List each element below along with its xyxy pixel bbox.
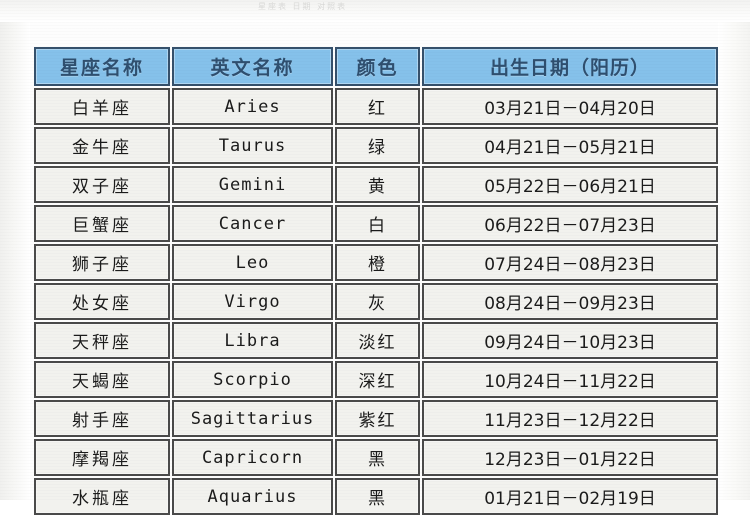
cell-birthday: 01月21日－02月19日 [422, 478, 718, 515]
cell-color: 深红 [335, 361, 420, 398]
table-row: 天秤座 Libra 淡红 09月24日－10月23日 [34, 322, 718, 359]
cell-birthday: 10月24日－11月22日 [422, 361, 718, 398]
cell-en-name: Cancer [172, 205, 333, 242]
cell-cn-name: 摩羯座 [34, 439, 170, 476]
cell-birthday: 04月21日－05月21日 [422, 127, 718, 164]
cell-birthday: 08月24日－09月23日 [422, 283, 718, 320]
cell-en-name: Libra [172, 322, 333, 359]
cell-cn-name: 处女座 [34, 283, 170, 320]
cell-color: 黑 [335, 439, 420, 476]
table-row: 摩羯座 Capricorn 黑 12月23日－01月22日 [34, 439, 718, 476]
table-header: 星座名称 英文名称 颜色 出生日期（阳历） [34, 47, 718, 86]
cell-en-name: Leo [172, 244, 333, 281]
cell-birthday: 12月23日－01月22日 [422, 439, 718, 476]
cell-en-name: Gemini [172, 166, 333, 203]
table-row: 处女座 Virgo 灰 08月24日－09月23日 [34, 283, 718, 320]
page-edge-shading-left [0, 0, 30, 500]
column-header-birthday: 出生日期（阳历） [422, 47, 718, 86]
cell-en-name: Sagittarius [172, 400, 333, 437]
header-row: 星座名称 英文名称 颜色 出生日期（阳历） [34, 47, 718, 86]
document-page: 星座表 日期 对照表 星座名称 英文名称 颜色 出生日期（阳历） 白羊座 Arie… [0, 0, 750, 515]
cell-color: 紫红 [335, 400, 420, 437]
zodiac-sign-table: 星座名称 英文名称 颜色 出生日期（阳历） 白羊座 Aries 红 03月21日－04… [32, 45, 720, 517]
cell-cn-name: 水瓶座 [34, 478, 170, 515]
scan-top-artifact: 星座表 日期 对照表 [0, 0, 750, 22]
table-row: 白羊座 Aries 红 03月21日－04月20日 [34, 88, 718, 125]
cell-cn-name: 巨蟹座 [34, 205, 170, 242]
cell-cn-name: 射手座 [34, 400, 170, 437]
table-row: 金牛座 Taurus 绿 04月21日－05月21日 [34, 127, 718, 164]
cell-cn-name: 天秤座 [34, 322, 170, 359]
column-header-color: 颜色 [335, 47, 420, 86]
table-row: 狮子座 Leo 橙 07月24日－08月23日 [34, 244, 718, 281]
cell-cn-name: 金牛座 [34, 127, 170, 164]
cell-cn-name: 天蝎座 [34, 361, 170, 398]
cell-birthday: 09月24日－10月23日 [422, 322, 718, 359]
cell-color: 白 [335, 205, 420, 242]
column-header-en-name: 英文名称 [172, 47, 333, 86]
cell-en-name: Virgo [172, 283, 333, 320]
cell-color: 黑 [335, 478, 420, 515]
table-row: 水瓶座 Aquarius 黑 01月21日－02月19日 [34, 478, 718, 515]
cell-color: 灰 [335, 283, 420, 320]
cell-birthday: 11月23日－12月22日 [422, 400, 718, 437]
cell-birthday: 03月21日－04月20日 [422, 88, 718, 125]
page-edge-shading-right [718, 0, 750, 500]
table-row: 巨蟹座 Cancer 白 06月22日－07月23日 [34, 205, 718, 242]
cell-color: 淡红 [335, 322, 420, 359]
cell-cn-name: 白羊座 [34, 88, 170, 125]
scan-ghost-text: 星座表 日期 对照表 [258, 2, 348, 11]
cell-en-name: Aries [172, 88, 333, 125]
column-header-cn-name: 星座名称 [34, 47, 170, 86]
table-row: 天蝎座 Scorpio 深红 10月24日－11月22日 [34, 361, 718, 398]
cell-en-name: Scorpio [172, 361, 333, 398]
table-row: 双子座 Gemini 黄 05月22日－06月21日 [34, 166, 718, 203]
cell-color: 红 [335, 88, 420, 125]
cell-color: 绿 [335, 127, 420, 164]
cell-color: 橙 [335, 244, 420, 281]
table-row: 射手座 Sagittarius 紫红 11月23日－12月22日 [34, 400, 718, 437]
cell-birthday: 06月22日－07月23日 [422, 205, 718, 242]
cell-cn-name: 双子座 [34, 166, 170, 203]
cell-birthday: 05月22日－06月21日 [422, 166, 718, 203]
cell-en-name: Taurus [172, 127, 333, 164]
cell-cn-name: 狮子座 [34, 244, 170, 281]
cell-color: 黄 [335, 166, 420, 203]
cell-birthday: 07月24日－08月23日 [422, 244, 718, 281]
cell-en-name: Aquarius [172, 478, 333, 515]
cell-en-name: Capricorn [172, 439, 333, 476]
table-body: 白羊座 Aries 红 03月21日－04月20日 金牛座 Taurus 绿 04月21日－0… [34, 88, 718, 515]
